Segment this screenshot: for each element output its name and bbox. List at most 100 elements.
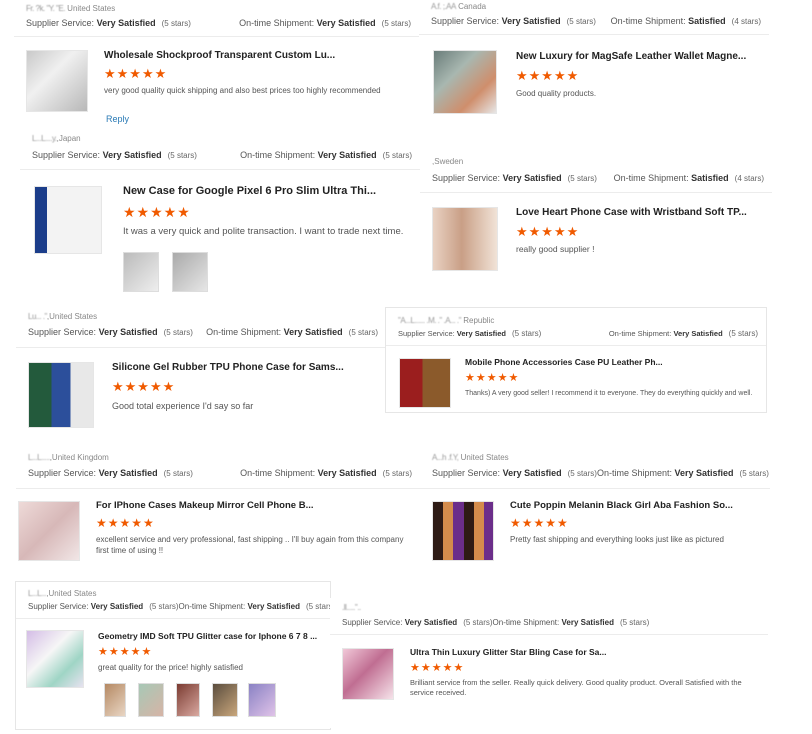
rating-row: Supplier Service: Very Satisfied (5 stars… xyxy=(28,327,378,337)
ontime-label: On-time Shipment: xyxy=(240,150,316,160)
reviewer-name-blurred: A.f. ;.AA xyxy=(431,2,456,11)
ontime-value: Very Satisfied xyxy=(247,602,300,611)
product-thumbnail[interactable] xyxy=(26,630,84,688)
product-title[interactable]: Ultra Thin Luxury Glitter Star Bling Cas… xyxy=(410,647,670,657)
supplier-value: Very Satisfied xyxy=(98,327,158,337)
review-photo[interactable] xyxy=(172,252,208,292)
divider xyxy=(16,618,330,619)
rating-row: Supplier Service: Very Satisfied (5 stars… xyxy=(32,150,412,160)
reviewer-country: Republic xyxy=(463,316,495,325)
review-card: ,Sweden Supplier Service: Very Satisfied… xyxy=(420,150,772,297)
supplier-stars: (5 stars) xyxy=(163,469,193,478)
product-title[interactable]: Cute Poppin Melanin Black Girl Aba Fashi… xyxy=(510,500,765,511)
review-photo[interactable] xyxy=(138,683,164,717)
product-title[interactable]: Geometry IMD Soft TPU Glitter case for I… xyxy=(98,631,323,641)
ontime-value: Satisfied xyxy=(691,173,729,183)
ontime-value: Very Satisfied xyxy=(561,618,614,627)
divider xyxy=(14,36,419,37)
product-thumbnail[interactable] xyxy=(433,50,497,114)
review-card: Lu... .",United States Supplier Service:… xyxy=(16,307,386,435)
reviewer-info: A...h .f.Y, United States xyxy=(432,453,509,462)
ontime-value: Very Satisfied xyxy=(316,18,376,28)
ontime-label: On-time Shipment: xyxy=(596,468,672,478)
supplier-value: Very Satisfied xyxy=(404,618,458,627)
ontime-label: On-time Shipment: xyxy=(608,329,672,338)
star-rating: ★★★★★ xyxy=(104,66,168,81)
supplier-stars: (5 stars) xyxy=(163,328,193,337)
reviewer-info: L...L....y.,Japan xyxy=(32,134,81,143)
review-text: excellent service and very professional,… xyxy=(96,535,404,555)
ontime-label: On-time Shipment: xyxy=(206,327,282,337)
reviewer-info: .ll.....".. xyxy=(342,603,361,612)
review-text: Good total experience I'd say so far xyxy=(112,401,254,411)
product-thumbnail[interactable] xyxy=(18,501,80,561)
ontime-value: Very Satisfied xyxy=(283,327,343,337)
star-rating: ★★★★★ xyxy=(112,379,176,394)
review-text: It was a very quick and polite transacti… xyxy=(123,226,404,237)
supplier-label: Supplier Service: xyxy=(32,150,101,160)
reviewer-country: Japan xyxy=(58,134,81,143)
divider xyxy=(16,488,420,489)
supplier-stars: (5 stars) xyxy=(167,151,197,160)
supplier-label: Supplier Service: xyxy=(28,327,97,337)
supplier-label: Supplier Service: xyxy=(342,618,403,627)
product-thumbnail[interactable] xyxy=(34,186,102,254)
ontime-label: On-time Shipment: xyxy=(492,618,560,627)
review-card: "A...L...... .M. ." .A... ." Republic Su… xyxy=(386,308,766,412)
product-title[interactable]: For IPhone Cases Makeup Mirror Cell Phon… xyxy=(96,500,396,511)
product-thumbnail[interactable] xyxy=(399,358,451,408)
product-title[interactable]: Mobile Phone Accessories Case PU Leather… xyxy=(465,357,725,367)
review-photo[interactable] xyxy=(212,683,238,717)
review-card: L...L....y.,Japan Supplier Service: Very… xyxy=(20,125,420,297)
product-thumbnail[interactable] xyxy=(342,648,394,700)
ontime-stars: (5 stars) xyxy=(382,469,412,478)
review-photo[interactable] xyxy=(123,252,159,292)
rating-row: Supplier Service: Very Satisfied (5 stars… xyxy=(432,468,769,478)
supplier-stars: (5 stars) xyxy=(566,17,596,26)
supplier-label: Supplier Service: xyxy=(28,468,97,478)
review-photo[interactable] xyxy=(104,683,126,717)
rating-row: Supplier Service: Very Satisfied (5 stars… xyxy=(28,602,330,611)
reviewer-info: L...L.....,United Kingdom xyxy=(28,453,109,462)
ontime-stars: (5 stars) xyxy=(348,328,378,337)
product-thumbnail[interactable] xyxy=(26,50,88,112)
reviewer-name-blurred: L...L... xyxy=(28,589,47,598)
product-title[interactable]: Silicone Gel Rubber TPU Phone Case for S… xyxy=(112,362,382,373)
reviewer-info: Fr. ?k. "Y. "E. United States xyxy=(26,4,115,13)
reviewer-info: "A...L...... .M. ." .A... ." Republic xyxy=(398,316,494,325)
product-thumbnail[interactable] xyxy=(432,207,498,271)
supplier-value: Very Satisfied xyxy=(90,602,144,611)
product-title[interactable]: Wholesale Shockproof Transparent Custom … xyxy=(104,50,404,61)
review-photo[interactable] xyxy=(176,683,200,717)
review-text: Brilliant service from the seller. Reall… xyxy=(410,678,742,698)
supplier-stars: (5 stars) xyxy=(463,618,493,627)
divider xyxy=(20,169,420,170)
ontime-stars: (5 stars) xyxy=(619,618,650,627)
product-title[interactable]: New Case for Google Pixel 6 Pro Slim Ult… xyxy=(123,185,413,197)
ontime-stars: (5 stars) xyxy=(381,19,411,28)
reviewer-info: L...L...,United States xyxy=(28,589,97,598)
rating-row: Supplier Service: Very Satisfied (5 stars… xyxy=(342,618,649,627)
divider xyxy=(419,34,769,35)
product-thumbnail[interactable] xyxy=(28,362,94,428)
ontime-stars: (4 stars) xyxy=(734,174,764,183)
reviewer-name-blurred: .ll.....".. xyxy=(342,603,361,612)
divider xyxy=(420,488,770,489)
reviewer-name-blurred: Fr. ?k. "Y. "E. xyxy=(26,4,65,13)
star-rating: ★★★★★ xyxy=(465,372,520,384)
review-text: Good quality products. xyxy=(516,89,597,98)
supplier-value: Very Satisfied xyxy=(96,18,156,28)
product-title[interactable]: Love Heart Phone Case with Wristband Sof… xyxy=(516,207,766,218)
review-text: Thanks) A very good seller! I recommend … xyxy=(465,390,753,397)
reply-link[interactable]: Reply xyxy=(106,114,129,124)
review-photo[interactable] xyxy=(248,683,276,717)
reviewer-country: United States xyxy=(48,589,97,598)
ontime-value: Very Satisfied xyxy=(673,329,723,338)
ontime-value: Very Satisfied xyxy=(674,468,734,478)
ontime-value: Very Satisfied xyxy=(317,468,377,478)
star-rating: ★★★★★ xyxy=(516,68,580,83)
reviewer-country: United States xyxy=(49,312,98,321)
product-title[interactable]: New Luxury for MagSafe Leather Wallet Ma… xyxy=(516,51,766,62)
product-thumbnail[interactable] xyxy=(432,501,494,561)
review-card: L...L.....,United Kingdom Supplier Servi… xyxy=(16,448,420,568)
